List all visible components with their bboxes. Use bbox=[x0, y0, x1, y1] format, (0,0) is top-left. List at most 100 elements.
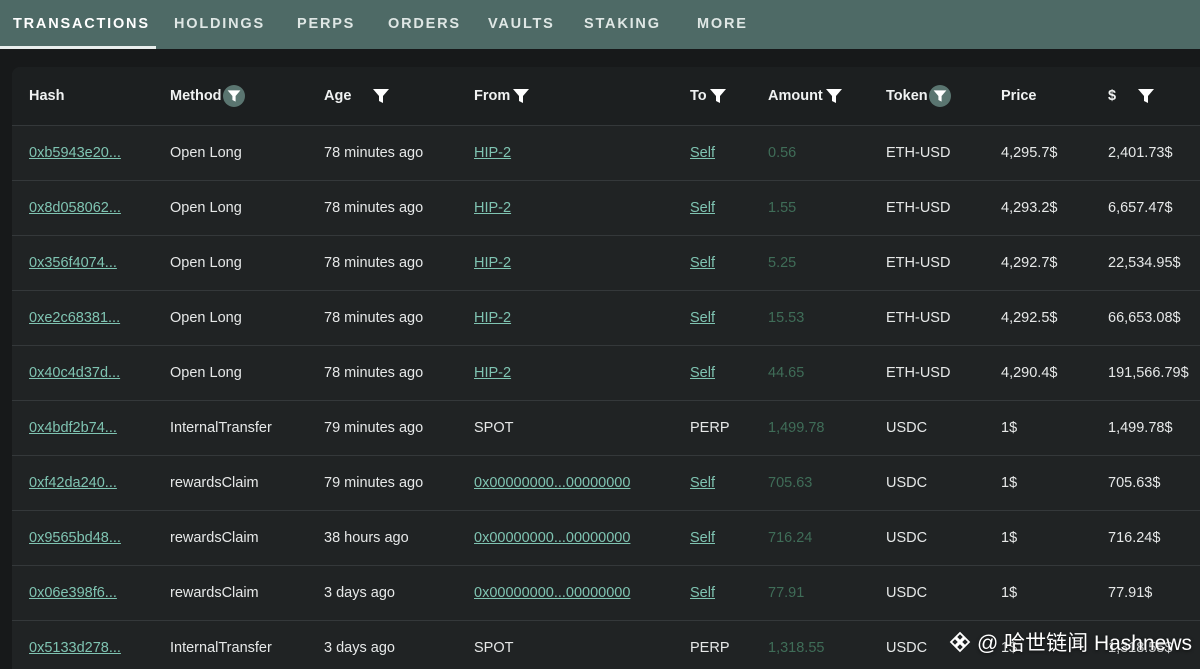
usd-filter-icon[interactable] bbox=[1136, 86, 1156, 106]
age-cell: 78 minutes ago bbox=[324, 145, 424, 161]
price-cell: 4,292.7$ bbox=[1001, 255, 1058, 271]
from-link[interactable]: HIP-2 bbox=[474, 126, 511, 180]
method-cell: rewardsClaim bbox=[170, 475, 259, 491]
tab-more[interactable]: MORE bbox=[697, 0, 748, 49]
method-cell: InternalTransfer bbox=[170, 420, 272, 436]
token-cell: ETH-USD bbox=[886, 365, 951, 381]
from-link[interactable]: HIP-2 bbox=[474, 291, 511, 345]
token-cell: ETH-USD bbox=[886, 255, 951, 271]
token-cell: USDC bbox=[886, 420, 928, 436]
to-link[interactable]: Self bbox=[690, 456, 715, 510]
usd-cell: 705.63$ bbox=[1108, 475, 1161, 491]
hash-link[interactable]: 0x06e398f6... bbox=[29, 566, 117, 620]
column-header-to: To bbox=[690, 88, 707, 104]
column-header-method: Method bbox=[170, 88, 222, 104]
age-cell: 3 days ago bbox=[324, 640, 395, 656]
to-filter-icon[interactable] bbox=[708, 86, 728, 106]
age-cell: 78 minutes ago bbox=[324, 255, 424, 271]
table-row: 0xf42da240... rewardsClaim 79 minutes ag… bbox=[12, 456, 1200, 511]
token-cell: USDC bbox=[886, 530, 928, 546]
method-cell: Open Long bbox=[170, 200, 242, 216]
price-cell: 1$ bbox=[1001, 585, 1018, 601]
to-cell: PERP bbox=[690, 640, 730, 656]
method-cell: Open Long bbox=[170, 255, 242, 271]
to-link[interactable]: Self bbox=[690, 236, 715, 290]
price-cell: 1$ bbox=[1001, 420, 1018, 436]
age-cell: 3 days ago bbox=[324, 585, 395, 601]
from-link[interactable]: HIP-2 bbox=[474, 181, 511, 235]
price-cell: 1$ bbox=[1001, 475, 1018, 491]
to-link[interactable]: Self bbox=[690, 346, 715, 400]
from-link[interactable]: 0x00000000...00000000 bbox=[474, 566, 630, 620]
active-tab-indicator bbox=[0, 46, 156, 49]
hash-link[interactable]: 0x5133d278... bbox=[29, 621, 121, 669]
tab-orders[interactable]: ORDERS bbox=[388, 0, 461, 49]
table-row: 0xb5943e20... Open Long 78 minutes ago H… bbox=[12, 126, 1200, 181]
column-header-price: Price bbox=[1001, 88, 1037, 104]
hash-link[interactable]: 0xe2c68381... bbox=[29, 291, 120, 345]
tab-perps[interactable]: PERPS bbox=[297, 0, 355, 49]
from-filter-icon[interactable] bbox=[511, 86, 531, 106]
method-cell: Open Long bbox=[170, 365, 242, 381]
age-cell: 78 minutes ago bbox=[324, 310, 424, 326]
from-link[interactable]: 0x00000000...00000000 bbox=[474, 511, 630, 565]
column-header-amount: Amount bbox=[768, 88, 823, 104]
watermark-logo-icon bbox=[949, 631, 971, 653]
hash-link[interactable]: 0x4bdf2b74... bbox=[29, 401, 117, 455]
amount-cell: 1,318.55 bbox=[768, 640, 825, 656]
age-cell: 79 minutes ago bbox=[324, 475, 424, 491]
age-cell: 38 hours ago bbox=[324, 530, 409, 546]
age-cell: 78 minutes ago bbox=[324, 200, 424, 216]
hash-link[interactable]: 0x8d058062... bbox=[29, 181, 121, 235]
hash-link[interactable]: 0xf42da240... bbox=[29, 456, 117, 510]
token-filter-icon[interactable] bbox=[929, 85, 951, 107]
amount-filter-icon[interactable] bbox=[824, 86, 844, 106]
price-cell: 4,293.2$ bbox=[1001, 200, 1058, 216]
method-cell: Open Long bbox=[170, 145, 242, 161]
to-link[interactable]: Self bbox=[690, 181, 715, 235]
hash-link[interactable]: 0xb5943e20... bbox=[29, 126, 121, 180]
tab-transactions[interactable]: TRANSACTIONS bbox=[13, 0, 150, 49]
amount-cell: 0.56 bbox=[768, 145, 797, 161]
column-header-token: Token bbox=[886, 88, 928, 104]
amount-cell: 705.63 bbox=[768, 475, 813, 491]
to-link[interactable]: Self bbox=[690, 511, 715, 565]
to-link[interactable]: Self bbox=[690, 566, 715, 620]
method-cell: rewardsClaim bbox=[170, 585, 259, 601]
from-cell: SPOT bbox=[474, 420, 514, 436]
age-cell: 79 minutes ago bbox=[324, 420, 424, 436]
usd-cell: 191,566.79$ bbox=[1108, 365, 1189, 381]
table-row: 0x9565bd48... rewardsClaim 38 hours ago … bbox=[12, 511, 1200, 566]
price-cell: 4,290.4$ bbox=[1001, 365, 1058, 381]
usd-cell: 22,534.95$ bbox=[1108, 255, 1181, 271]
watermark: @ 哈世链闻 Hashnews bbox=[949, 627, 1192, 657]
to-link[interactable]: Self bbox=[690, 291, 715, 345]
age-filter-icon[interactable] bbox=[371, 86, 391, 106]
usd-cell: 1,499.78$ bbox=[1108, 420, 1173, 436]
usd-cell: 2,401.73$ bbox=[1108, 145, 1173, 161]
age-cell: 78 minutes ago bbox=[324, 365, 424, 381]
usd-cell: 716.24$ bbox=[1108, 530, 1161, 546]
from-link[interactable]: HIP-2 bbox=[474, 346, 511, 400]
method-cell: Open Long bbox=[170, 310, 242, 326]
amount-cell: 1,499.78 bbox=[768, 420, 825, 436]
hash-link[interactable]: 0x40c4d37d... bbox=[29, 346, 120, 400]
to-link[interactable]: Self bbox=[690, 126, 715, 180]
usd-cell: 6,657.47$ bbox=[1108, 200, 1173, 216]
method-filter-icon[interactable] bbox=[223, 85, 245, 107]
table-row: 0xe2c68381... Open Long 78 minutes ago H… bbox=[12, 291, 1200, 346]
token-cell: USDC bbox=[886, 585, 928, 601]
usd-cell: 66,653.08$ bbox=[1108, 310, 1181, 326]
tab-staking[interactable]: STAKING bbox=[584, 0, 661, 49]
tab-vaults[interactable]: VAULTS bbox=[488, 0, 555, 49]
table-row: 0x8d058062... Open Long 78 minutes ago H… bbox=[12, 181, 1200, 236]
hash-link[interactable]: 0x9565bd48... bbox=[29, 511, 121, 565]
tab-holdings[interactable]: HOLDINGS bbox=[174, 0, 265, 49]
table-header: Hash Method Age From To Amount Token Pri… bbox=[12, 67, 1200, 126]
from-link[interactable]: 0x00000000...00000000 bbox=[474, 456, 630, 510]
amount-cell: 77.91 bbox=[768, 585, 805, 601]
token-cell: USDC bbox=[886, 475, 928, 491]
from-link[interactable]: HIP-2 bbox=[474, 236, 511, 290]
hash-link[interactable]: 0x356f4074... bbox=[29, 236, 117, 290]
token-cell: ETH-USD bbox=[886, 200, 951, 216]
